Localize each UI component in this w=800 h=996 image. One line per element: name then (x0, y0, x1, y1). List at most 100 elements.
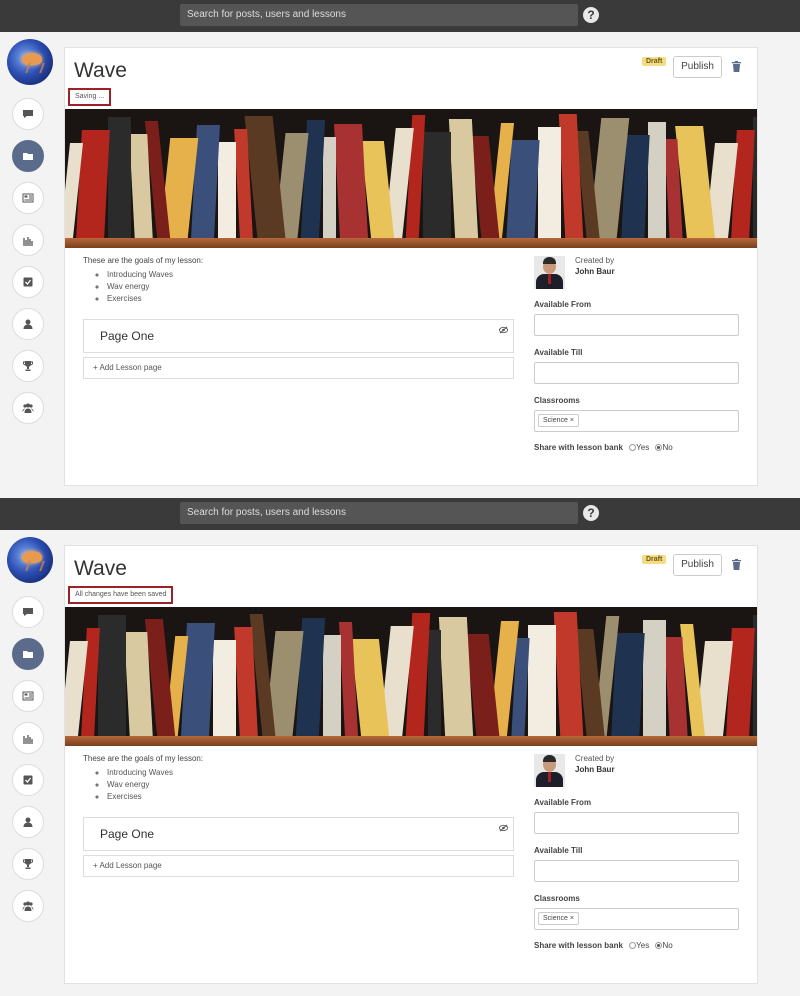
book-spine (108, 117, 131, 238)
trash-icon[interactable] (732, 559, 741, 570)
book-spine (643, 620, 666, 736)
trophy-icon[interactable] (12, 848, 44, 880)
draft-badge: Draft (642, 555, 667, 564)
lesson-title[interactable]: Wave (74, 557, 127, 581)
available-from-label: Available From (534, 300, 592, 309)
book-spine (423, 132, 451, 238)
user-icon[interactable] (12, 308, 44, 340)
cover-image[interactable] (65, 109, 757, 248)
chart-icon[interactable] (12, 224, 44, 256)
search-input[interactable]: Search for posts, users and lessons (180, 502, 578, 524)
author-avatar (534, 256, 565, 289)
book-spine (323, 137, 336, 238)
app-logo-avatar[interactable] (7, 537, 53, 583)
news-icon[interactable] (12, 680, 44, 712)
screen-saving: Search for posts, users and lessons ? Wa… (0, 0, 800, 498)
add-lesson-page-button[interactable]: + Add Lesson page (83, 855, 514, 877)
save-status: Saving ... (68, 88, 112, 106)
available-till-label: Available Till (534, 348, 583, 357)
available-till-field[interactable] (534, 860, 739, 882)
goal-item: Wav energy (107, 281, 203, 293)
available-from-field[interactable] (534, 812, 739, 834)
app-logo-avatar[interactable] (7, 39, 53, 85)
lesson-page-item[interactable]: Page One (83, 817, 514, 851)
remove-tag-icon[interactable]: × (570, 915, 574, 922)
classrooms-field[interactable]: Science × (534, 410, 739, 432)
trash-icon[interactable] (732, 61, 741, 72)
top-bar: Search for posts, users and lessons ? (0, 498, 800, 530)
book-spine (98, 615, 126, 736)
classrooms-label: Classrooms (534, 396, 580, 405)
goal-item: Wav energy (107, 779, 203, 791)
lesson-page-item[interactable]: Page One (83, 319, 514, 353)
book-spine (213, 640, 236, 736)
top-bar: Search for posts, users and lessons ? (0, 0, 800, 32)
help-icon[interactable]: ? (583, 505, 599, 521)
share-option: Share with lesson bank Yes No (534, 443, 673, 452)
lesson-title[interactable]: Wave (74, 59, 127, 83)
lesson-card: Wave All changes have been saved Draft P… (64, 545, 758, 984)
publish-button[interactable]: Publish (673, 554, 722, 576)
share-label: Share with lesson bank (534, 443, 623, 452)
group-icon[interactable] (12, 392, 44, 424)
screen-saved: Search for posts, users and lessons ? Wa… (0, 498, 800, 996)
share-yes-label[interactable]: Yes (636, 443, 649, 452)
available-till-field[interactable] (534, 362, 739, 384)
eye-slash-icon[interactable] (499, 824, 508, 832)
share-option: Share with lesson bank Yes No (534, 941, 673, 950)
publish-button[interactable]: Publish (673, 56, 722, 78)
author-name[interactable]: John Baur (575, 267, 615, 276)
share-yes-label[interactable]: Yes (636, 941, 649, 950)
page-title: Page One (100, 329, 155, 343)
classroom-tag-label: Science (543, 915, 568, 922)
add-lesson-page-button[interactable]: + Add Lesson page (83, 357, 514, 379)
classroom-tag-label: Science (543, 417, 568, 424)
share-no-label[interactable]: No (662, 941, 672, 950)
folder-icon[interactable] (12, 638, 44, 670)
book-spine (648, 122, 666, 238)
search-input[interactable]: Search for posts, users and lessons (180, 4, 578, 26)
classroom-tag: Science × (538, 414, 579, 427)
group-icon[interactable] (12, 890, 44, 922)
cover-image[interactable] (65, 607, 757, 746)
goals-list: Introducing Waves Wav energy Exercises (107, 767, 203, 803)
chart-icon[interactable] (12, 722, 44, 754)
checkbox-icon[interactable] (12, 266, 44, 298)
available-from-label: Available From (534, 798, 592, 807)
help-icon[interactable]: ? (583, 7, 599, 23)
share-no-label[interactable]: No (662, 443, 672, 452)
trophy-icon[interactable] (12, 350, 44, 382)
lesson-goals[interactable]: These are the goals of my lesson: Introd… (83, 754, 203, 803)
goal-item: Exercises (107, 293, 203, 305)
checkbox-icon[interactable] (12, 764, 44, 796)
book-spine (428, 630, 441, 736)
lesson-goals[interactable]: These are the goals of my lesson: Introd… (83, 256, 203, 305)
goals-intro: These are the goals of my lesson: (83, 256, 204, 265)
book-spine (528, 625, 556, 736)
chat-icon[interactable] (12, 596, 44, 628)
goals-list: Introducing Waves Wav energy Exercises (107, 269, 203, 305)
book-spine (218, 142, 236, 238)
goal-item: Introducing Waves (107, 269, 203, 281)
classrooms-field[interactable]: Science × (534, 908, 739, 930)
created-by-label: Created by (575, 754, 615, 763)
save-status: All changes have been saved (68, 586, 174, 604)
book-spine (334, 124, 368, 238)
remove-tag-icon[interactable]: × (570, 417, 574, 424)
available-till-label: Available Till (534, 846, 583, 855)
user-icon[interactable] (12, 806, 44, 838)
page-title: Page One (100, 827, 155, 841)
book-spine (506, 140, 540, 238)
folder-icon[interactable] (12, 140, 44, 172)
eye-slash-icon[interactable] (499, 326, 508, 334)
author-avatar (534, 754, 565, 787)
goal-item: Exercises (107, 791, 203, 803)
author-name[interactable]: John Baur (575, 765, 615, 774)
goals-intro: These are the goals of my lesson: (83, 754, 204, 763)
book-spine (538, 127, 561, 238)
available-from-field[interactable] (534, 314, 739, 336)
book-spine (611, 633, 645, 736)
news-icon[interactable] (12, 182, 44, 214)
chat-icon[interactable] (12, 98, 44, 130)
classroom-tag: Science × (538, 912, 579, 925)
